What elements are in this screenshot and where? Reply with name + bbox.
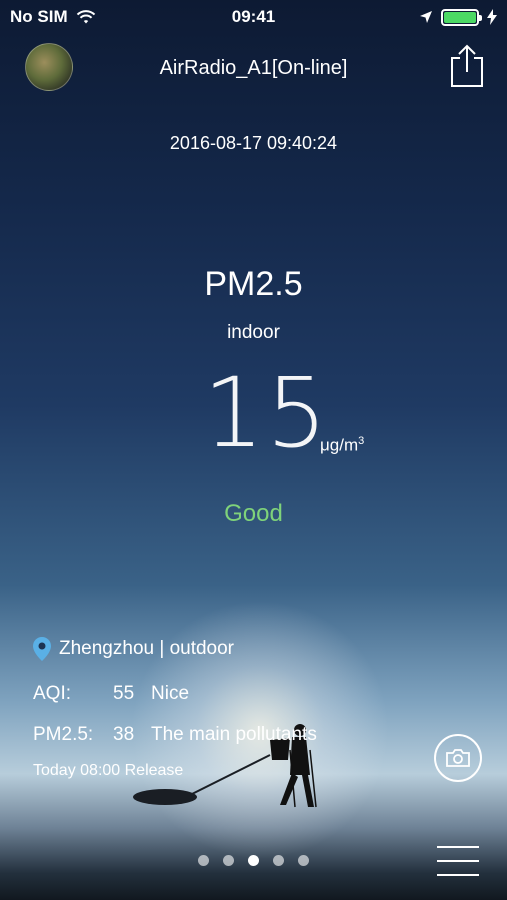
metric-name: PM2.5: [204, 265, 303, 303]
page-dot[interactable]: [198, 855, 209, 866]
camera-button[interactable]: [434, 734, 482, 782]
aqi-row: AQI: 55 Nice: [33, 683, 189, 705]
outdoor-location: Zhengzhou | outdoor: [33, 637, 234, 661]
outdoor-pm-row: PM2.5: 38 The main pollutants: [33, 724, 317, 746]
location-arrow-icon: [420, 11, 432, 23]
page-dot[interactable]: [298, 855, 309, 866]
share-icon[interactable]: [449, 44, 485, 88]
outdoor-pm-value: 38: [113, 724, 135, 745]
page-dot-active[interactable]: [248, 855, 259, 866]
metric-value-block: 15 μg/m3: [0, 365, 507, 475]
aqi-label: AQI:: [33, 683, 72, 704]
air-quality-status: Good: [224, 500, 283, 527]
battery-icon: [441, 8, 482, 26]
outdoor-pm-label: PM2.5:: [33, 724, 94, 745]
device-title: AirRadio_A1[On-line]: [159, 57, 348, 79]
status-bar: No SIM: [0, 0, 507, 34]
aqi-value: 55: [113, 683, 135, 704]
page-indicator: [0, 855, 507, 866]
metric-value: 15: [203, 357, 330, 469]
page-dot[interactable]: [223, 855, 234, 866]
menu-icon[interactable]: [437, 846, 479, 876]
metric-location: indoor: [227, 322, 280, 343]
location-pin-icon: [33, 637, 51, 661]
reading-datetime: 2016-08-17 09:40:24: [169, 133, 338, 153]
aqi-description: Nice: [151, 683, 190, 704]
outdoor-pm-description: The main pollutants: [151, 724, 317, 745]
release-time: Today 08:00 Release: [33, 762, 184, 779]
charging-bolt-icon: [487, 9, 497, 25]
camera-icon: [446, 749, 470, 767]
outdoor-place: Zhengzhou | outdoor: [59, 638, 235, 659]
wifi-icon: [76, 10, 95, 24]
carrier-label: No SIM: [10, 7, 68, 26]
page-dot[interactable]: [273, 855, 284, 866]
metric-unit: μg/m3: [320, 435, 365, 455]
header: AirRadio_A1[On-line]: [0, 40, 507, 98]
